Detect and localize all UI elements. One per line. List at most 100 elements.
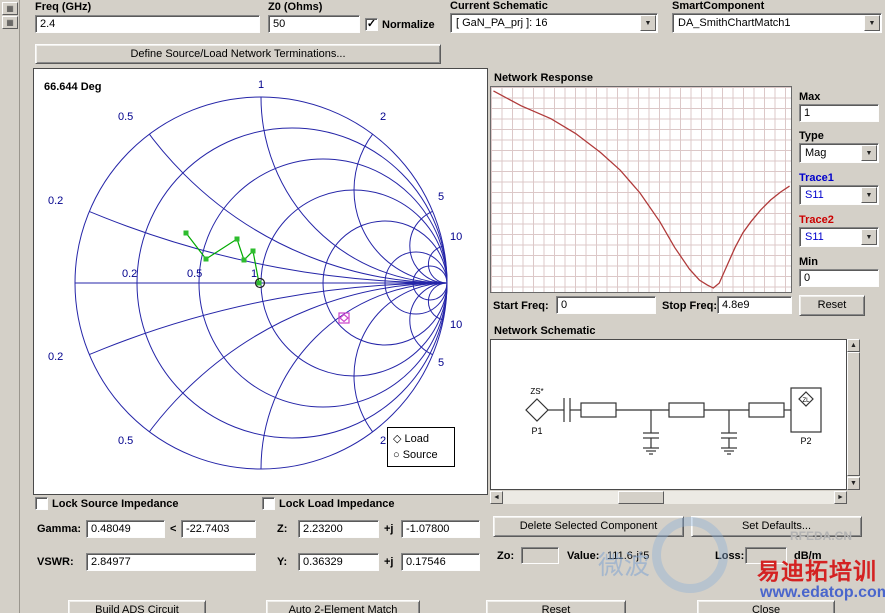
legend-load-label: Load <box>404 433 429 445</box>
bottom-reset-button[interactable]: Reset <box>486 600 626 613</box>
stop-freq-input[interactable]: 4.8e9 <box>717 296 792 314</box>
max-value: 1 <box>804 107 811 119</box>
load-termination[interactable] <box>790 387 822 433</box>
build-ads-circuit-button[interactable]: Build ADS Circuit <box>68 600 206 613</box>
start-freq-input[interactable]: 0 <box>556 296 656 314</box>
set-defaults-button[interactable]: Set Defaults... <box>691 516 862 537</box>
delete-component-button[interactable]: Delete Selected Component <box>493 516 684 537</box>
network-schematic-panel[interactable]: ZS* P1 ZL P2 <box>490 339 847 490</box>
current-schematic-value: [ GaN_PA_prj ]: 16 <box>456 17 548 29</box>
smith-axis-label: 0.5 <box>187 268 203 280</box>
z-imag-value: -1.07800 <box>406 523 450 535</box>
y-real-input[interactable]: 0.36329 <box>298 553 379 571</box>
chevron-down-icon[interactable]: ▼ <box>640 15 656 31</box>
lock-source-checkbox[interactable] <box>35 497 48 510</box>
trace1-value: S11 <box>805 189 824 201</box>
series-element-2[interactable] <box>668 402 705 418</box>
trace1-label: Trace1 <box>799 172 834 184</box>
loss-input[interactable] <box>745 547 787 564</box>
series-element-1[interactable] <box>580 402 617 418</box>
loss-label: Loss: <box>715 550 745 562</box>
trace2-label: Trace2 <box>799 214 834 226</box>
trace1-select[interactable]: S11 ▼ <box>799 185 879 205</box>
schematic-vscrollbar[interactable]: ▲ ▼ <box>847 339 860 490</box>
schematic-svg: ZS* P1 ZL P2 <box>525 387 822 455</box>
network-schematic-title: Network Schematic <box>494 325 596 337</box>
normalize-label: Normalize <box>382 19 435 31</box>
trace2-select[interactable]: S11 ▼ <box>799 227 879 247</box>
scroll-left-icon[interactable]: ◄ <box>490 491 503 504</box>
smith-chart-utility-window: ▦ ▦ Freq (GHz) 2.4 Z0 (Ohms) 50 ✓ Normal… <box>0 0 885 613</box>
schematic-hscrollbar[interactable]: ◄ ► <box>490 491 847 504</box>
vscroll-thumb[interactable] <box>847 352 860 476</box>
scroll-up-icon[interactable]: ▲ <box>847 339 860 352</box>
smith-chart-panel[interactable]: 66.644 Deg 1 0.5 0.2 2 5 10 10 5 2 0.5 0… <box>33 68 488 495</box>
y-imag-input[interactable]: 0.17546 <box>401 553 480 571</box>
y-imag-value: 0.17546 <box>406 556 446 568</box>
min-input[interactable]: 0 <box>799 269 879 287</box>
lock-load-label: Lock Load Impedance <box>279 498 395 510</box>
response-curve-svg <box>493 90 790 289</box>
type-label: Type <box>799 130 824 142</box>
z-real-input[interactable]: 2.23200 <box>298 520 379 538</box>
zo-label: Zo: <box>497 550 515 562</box>
chevron-down-icon[interactable]: ▼ <box>861 229 877 245</box>
scroll-right-icon[interactable]: ► <box>834 491 847 504</box>
close-button[interactable]: Close <box>697 600 835 613</box>
vswr-input[interactable]: 2.84977 <box>86 553 256 571</box>
smith-axis-label: 0.2 <box>122 268 138 280</box>
vswr-label: VSWR: <box>37 556 74 568</box>
marker-legend: ◇ Load ○ Source <box>387 427 455 467</box>
gamma-angle-input[interactable]: -22.7403 <box>181 520 256 538</box>
zo-input[interactable] <box>521 547 559 564</box>
smith-axis-label: 1 <box>251 268 258 280</box>
load-label: ZL <box>802 398 810 404</box>
network-response-title: Network Response <box>494 72 594 84</box>
min-value: 0 <box>804 272 811 284</box>
chevron-down-icon[interactable]: ▼ <box>861 145 877 161</box>
stop-freq-value: 4.8e9 <box>722 299 750 311</box>
side-palette: ▦ ▦ <box>0 0 20 613</box>
plus-j-label: +j <box>384 556 394 568</box>
max-input[interactable]: 1 <box>799 104 879 122</box>
define-terminations-button[interactable]: Define Source/Load Network Terminations.… <box>35 44 441 64</box>
type-select[interactable]: Mag ▼ <box>799 143 879 163</box>
z0-input[interactable]: 50 <box>268 15 360 33</box>
scroll-down-icon[interactable]: ▼ <box>847 477 860 490</box>
z0-value: 50 <box>273 18 286 30</box>
source-label: ZS* <box>530 387 543 396</box>
smith-rim-label: 0.5 <box>118 111 134 123</box>
min-label: Min <box>799 256 818 268</box>
max-label: Max <box>799 91 821 103</box>
series-element-3[interactable] <box>748 402 785 418</box>
normalize-checkbox[interactable]: ✓ <box>365 18 378 31</box>
y-real-value: 0.36329 <box>303 556 343 568</box>
source-symbol[interactable] <box>525 398 549 422</box>
z-imag-input[interactable]: -1.07800 <box>401 520 480 538</box>
smith-rim-label: 5 <box>438 191 445 203</box>
chevron-down-icon[interactable]: ▼ <box>861 187 877 203</box>
auto-two-element-match-button[interactable]: Auto 2-Element Match <box>266 600 420 613</box>
z-real-value: 2.23200 <box>303 523 343 535</box>
smart-component-value: DA_SmithChartMatch1 <box>678 17 791 29</box>
palette-button-2[interactable]: ▦ <box>2 16 18 29</box>
smith-rim-label: 2 <box>380 111 387 123</box>
type-value: Mag <box>805 147 827 159</box>
hscroll-thumb[interactable] <box>618 491 664 504</box>
lock-load-checkbox[interactable] <box>262 497 275 510</box>
freq-input[interactable]: 2.4 <box>35 15 260 33</box>
palette-button-1[interactable]: ▦ <box>2 2 18 15</box>
z-label: Z: <box>277 523 288 535</box>
loss-unit-label: dB/m <box>794 550 822 562</box>
chevron-down-icon[interactable]: ▼ <box>864 15 880 31</box>
lock-source-label: Lock Source Impedance <box>52 498 179 510</box>
gamma-mag-input[interactable]: 0.48049 <box>86 520 165 538</box>
current-schematic-select[interactable]: [ GaN_PA_prj ]: 16 ▼ <box>450 13 658 33</box>
freq-value: 2.4 <box>40 18 56 30</box>
current-schematic-label: Current Schematic <box>450 0 548 12</box>
check-icon: ✓ <box>366 18 377 30</box>
load-marker-icon[interactable] <box>338 312 350 324</box>
smith-rim-label: 5 <box>438 357 445 369</box>
smart-component-select[interactable]: DA_SmithChartMatch1 ▼ <box>672 13 882 33</box>
response-reset-button[interactable]: Reset <box>799 295 865 316</box>
